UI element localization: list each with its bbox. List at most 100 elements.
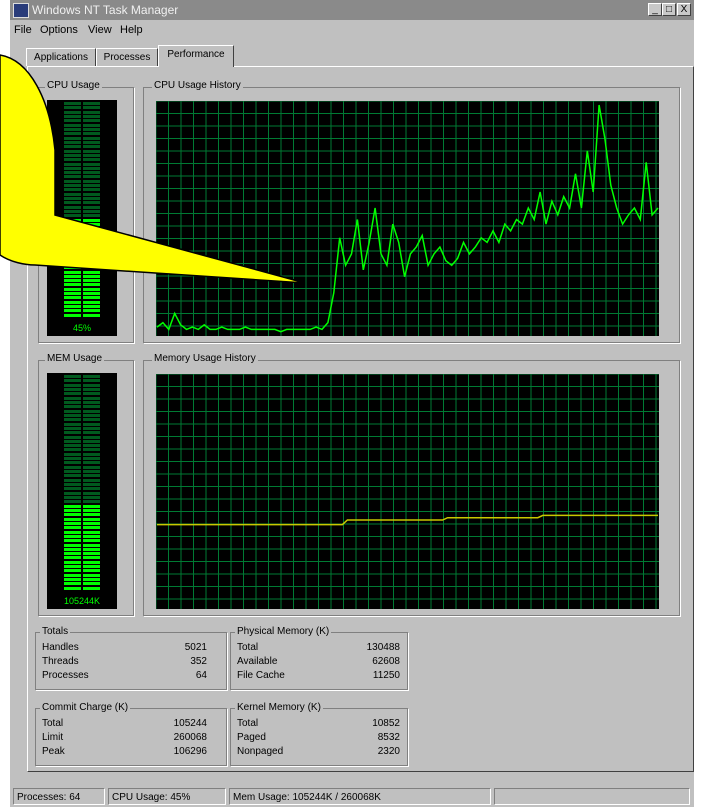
commit-total-value: 105244 (173, 718, 207, 729)
kernel-nonpaged-value: 2320 (377, 746, 400, 757)
meter-segment (83, 521, 100, 525)
meter-segment (83, 409, 100, 413)
physical-file-cache-value: 11250 (372, 670, 400, 681)
kernel-paged-label: Paged (237, 732, 266, 743)
meter-segment (83, 400, 100, 404)
meter-segment (83, 313, 100, 317)
meter-segment (64, 496, 81, 499)
meter-segment (64, 508, 81, 512)
processes-value: 64 (195, 670, 207, 681)
meter-segment (64, 517, 81, 521)
meter-segment (83, 560, 100, 564)
kernel-memory-label: Kernel Memory (K) (235, 702, 323, 713)
threads-value: 352 (190, 656, 207, 667)
meter-segment (64, 556, 81, 560)
physical-total-label: Total (237, 642, 259, 653)
meter-segment (83, 470, 100, 473)
meter-segment (83, 439, 100, 443)
mem-history-graph (156, 374, 659, 609)
meter-segment (83, 582, 100, 586)
meter-segment (64, 491, 81, 495)
meter-segment (64, 534, 81, 538)
meter-segment (64, 478, 81, 482)
meter-segment (64, 521, 81, 525)
meter-segment (83, 539, 100, 543)
meter-segment (83, 418, 100, 422)
meter-segment (64, 504, 81, 508)
meter-segment (64, 565, 81, 569)
meter-segment (64, 547, 81, 551)
cpu-usage-value: 45% (47, 323, 117, 333)
meter-segment (64, 413, 81, 417)
meter-segment (83, 435, 100, 439)
meter-segment (64, 569, 81, 573)
status-empty-pane (494, 788, 690, 805)
meter-segment (83, 405, 100, 409)
meter-segment (83, 300, 100, 304)
meter-segment (83, 426, 100, 430)
meter-segment (64, 300, 81, 304)
meter-segment (64, 409, 81, 413)
status-mem-usage: Mem Usage: 105244K / 260068K (229, 788, 491, 805)
meter-segment (64, 444, 81, 448)
mem-usage-value: 105244K (47, 596, 117, 606)
meter-segment (64, 457, 81, 461)
meter-segment (64, 309, 81, 313)
meter-segment (64, 465, 81, 469)
meter-segment (64, 530, 81, 534)
meter-segment (64, 375, 81, 378)
meter-segment (83, 396, 100, 400)
meter-segment (83, 547, 100, 551)
meter-segment (64, 474, 81, 478)
close-button[interactable]: X (677, 3, 691, 16)
physical-memory-label: Physical Memory (K) (235, 626, 332, 637)
meter-segment (64, 439, 81, 443)
meter-segment (83, 556, 100, 560)
commit-total-label: Total (42, 718, 64, 729)
yellow-callout-shape (0, 54, 306, 284)
meter-segment (83, 526, 100, 530)
status-bar: Processes: 64 CPU Usage: 45% Mem Usage: … (10, 786, 694, 807)
meter-segment (83, 444, 100, 448)
commit-limit-label: Limit (42, 732, 64, 743)
threads-label: Threads (42, 656, 79, 667)
meter-segment (83, 457, 100, 461)
handles-label: Handles (42, 642, 79, 653)
commit-charge-label: Commit Charge (K) (40, 702, 131, 713)
mem-usage-label: MEM Usage (45, 353, 105, 364)
meter-segment (64, 578, 81, 581)
meter-segment (64, 388, 81, 391)
mem-usage-meter: 105244K (47, 373, 117, 609)
callout-bubble (0, 54, 306, 284)
memory-history-line (157, 514, 658, 526)
meter-segment (83, 305, 100, 308)
meter-segment (83, 448, 100, 452)
meter-segment (83, 569, 100, 573)
meter-segment (83, 379, 100, 383)
meter-segment (83, 491, 100, 495)
meter-segment (83, 465, 100, 469)
physical-file-cache-label: File Cache (237, 670, 285, 681)
kernel-total-label: Total (237, 718, 259, 729)
meter-segment (64, 470, 81, 473)
meter-segment (64, 543, 81, 547)
meter-segment (64, 582, 81, 586)
meter-segment (64, 396, 81, 400)
meter-segment (64, 552, 81, 556)
maximize-button[interactable]: □ (662, 3, 676, 16)
meter-segment (64, 500, 81, 504)
commit-peak-value: 106296 (173, 746, 207, 757)
meter-segment (83, 413, 100, 417)
meter-segment (83, 508, 100, 512)
handles-value: 5021 (184, 642, 207, 653)
kernel-paged-value: 8532 (377, 732, 400, 743)
meter-segment (83, 392, 100, 396)
meter-segment (83, 565, 100, 569)
processes-label: Processes (42, 670, 89, 681)
meter-segment (83, 517, 100, 521)
meter-segment (83, 474, 100, 478)
meter-segment (83, 586, 100, 590)
meter-segment (83, 461, 100, 465)
minimize-button[interactable]: _ (648, 3, 662, 16)
meter-segment (64, 305, 81, 308)
